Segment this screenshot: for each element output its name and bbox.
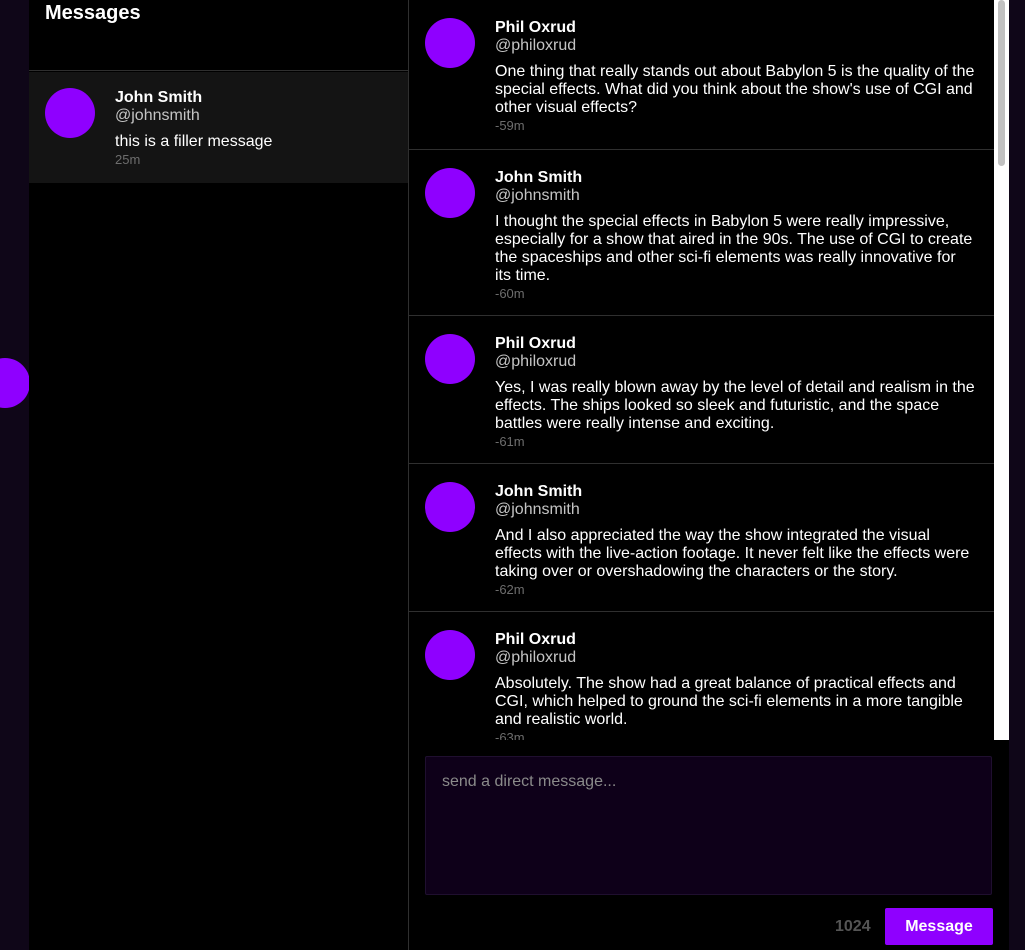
message-item: Phil Oxrud @philoxrud Absolutely. The sh… xyxy=(409,612,994,740)
offscreen-avatar xyxy=(0,358,30,408)
character-count: 1024 xyxy=(835,918,871,935)
conversation-time: 25m xyxy=(115,152,141,167)
conversation-item-john-smith[interactable]: John Smith @johnsmith this is a filler m… xyxy=(29,72,408,183)
message-handle: @philoxrud xyxy=(495,37,577,54)
message-handle: @johnsmith xyxy=(495,501,580,518)
conversation-preview: this is a filler message xyxy=(115,133,273,150)
message-handle: @johnsmith xyxy=(495,187,580,204)
message-author: John Smith xyxy=(495,169,583,186)
thread-scrollbar[interactable] xyxy=(994,0,1009,740)
message-time: -63m xyxy=(495,730,525,740)
avatar xyxy=(45,88,95,138)
message-text: Yes, I was really blown away by the leve… xyxy=(495,379,975,432)
message-handle: @philoxrud xyxy=(495,649,577,666)
message-time: -59m xyxy=(495,118,525,133)
avatar xyxy=(425,168,475,218)
message-text: And I also appreciated the way the show … xyxy=(495,527,970,580)
avatar xyxy=(425,18,475,68)
message-author: Phil Oxrud xyxy=(495,631,576,648)
page-title: Messages xyxy=(45,2,141,24)
avatar xyxy=(425,482,475,532)
message-item: John Smith @johnsmith I thought the spec… xyxy=(409,150,994,316)
message-text: I thought the special effects in Babylon… xyxy=(495,213,973,284)
message-time: -60m xyxy=(495,286,525,301)
message-thread[interactable]: Phil Oxrud @philoxrud One thing that rea… xyxy=(409,0,994,740)
conversation-handle: @johnsmith xyxy=(115,107,200,124)
message-author: John Smith xyxy=(495,483,583,500)
message-handle: @philoxrud xyxy=(495,353,577,370)
message-item: Phil Oxrud @philoxrud Yes, I was really … xyxy=(409,316,994,464)
message-time: -62m xyxy=(495,582,525,597)
scrollbar-thumb[interactable] xyxy=(998,0,1005,166)
conversation-name: John Smith xyxy=(115,89,203,106)
message-item: John Smith @johnsmith And I also appreci… xyxy=(409,464,994,612)
message-item: Phil Oxrud @philoxrud One thing that rea… xyxy=(409,0,994,150)
direct-message-input[interactable] xyxy=(425,756,992,895)
message-author: Phil Oxrud xyxy=(495,335,576,352)
send-message-button[interactable]: Message xyxy=(885,908,993,945)
avatar xyxy=(425,334,475,384)
page-background-strip xyxy=(1009,740,1025,950)
conversations-sidebar: Messages John Smith @johnsmith this is a… xyxy=(29,0,409,950)
message-author: Phil Oxrud xyxy=(495,19,576,36)
sidebar-header: Messages xyxy=(29,0,408,71)
message-text: One thing that really stands out about B… xyxy=(495,63,975,116)
avatar xyxy=(425,630,475,680)
message-thread-panel: Phil Oxrud @philoxrud One thing that rea… xyxy=(409,0,1009,950)
message-text: Absolutely. The show had a great balance… xyxy=(495,675,963,728)
message-time: -61m xyxy=(495,434,525,449)
